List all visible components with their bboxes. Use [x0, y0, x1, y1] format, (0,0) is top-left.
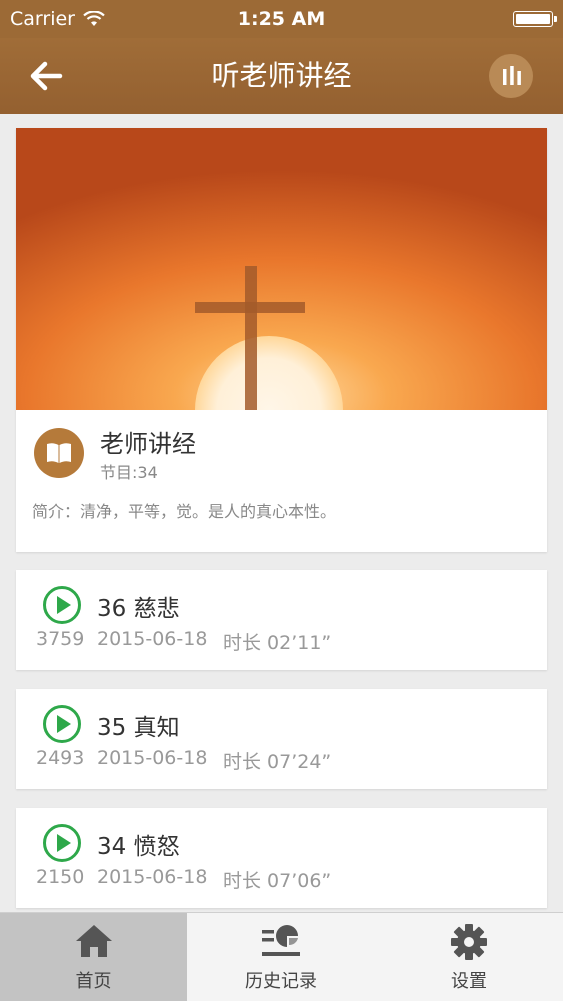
- now-playing-button[interactable]: [489, 54, 533, 98]
- tab-label: 首页: [75, 971, 112, 992]
- book-icon: [34, 428, 84, 478]
- album-card: 老师讲经 节目:34 简介：清净，平等，觉。是人的真心本性。: [16, 128, 547, 552]
- track-date: 2015-06-18: [97, 747, 208, 769]
- status-time: 1:25 AM: [237, 8, 326, 30]
- track-play-count: 3759: [36, 628, 85, 650]
- track-play-count: 2150: [36, 866, 85, 888]
- equalizer-icon: [503, 66, 521, 85]
- tab-home[interactable]: 首页: [0, 913, 187, 1001]
- album-title: 老师讲经: [100, 430, 196, 458]
- gear-icon: [451, 924, 487, 960]
- back-button[interactable]: [26, 56, 66, 96]
- page-title: 听老师讲经: [211, 59, 352, 92]
- battery-icon: [513, 11, 557, 27]
- track-duration: 时长 07’06”: [223, 870, 332, 892]
- arrow-left-icon: [30, 61, 63, 91]
- track-item[interactable]: 35 真知 2493 2015-06-18 时长 07’24”: [16, 689, 547, 789]
- play-icon[interactable]: [42, 823, 82, 863]
- track-item[interactable]: 36 慈悲 3759 2015-06-18 时长 02’11”: [16, 570, 547, 670]
- track-title: 36 慈悲: [97, 596, 180, 622]
- album-description: 简介：清净，平等，觉。是人的真心本性。: [32, 502, 337, 521]
- track-duration: 时长 02’11”: [223, 632, 332, 654]
- track-duration: 时长 07’24”: [223, 751, 332, 773]
- history-icon: [262, 925, 300, 956]
- track-title: 35 真知: [97, 715, 180, 741]
- track-title: 34 愤怒: [97, 834, 180, 860]
- tab-label: 设置: [451, 971, 487, 992]
- track-date: 2015-06-18: [97, 628, 208, 650]
- status-bar: Carrier 1:25 AM: [0, 0, 563, 38]
- album-cover-image: [16, 128, 547, 410]
- play-icon[interactable]: [42, 585, 82, 625]
- track-play-count: 2493: [36, 747, 85, 769]
- album-episode-count: 节目:34: [100, 463, 158, 482]
- track-date: 2015-06-18: [97, 866, 208, 888]
- track-item[interactable]: 34 愤怒 2150 2015-06-18 时长 07’06”: [16, 808, 547, 908]
- tab-settings[interactable]: 设置: [375, 913, 563, 1001]
- nav-bar: 听老师讲经: [0, 38, 563, 114]
- play-icon[interactable]: [42, 704, 82, 744]
- home-icon: [75, 925, 112, 957]
- tab-label: 历史记录: [245, 971, 317, 992]
- tab-bar: 首页 历史记录 设置: [0, 912, 563, 1001]
- tab-history[interactable]: 历史记录: [187, 913, 375, 1001]
